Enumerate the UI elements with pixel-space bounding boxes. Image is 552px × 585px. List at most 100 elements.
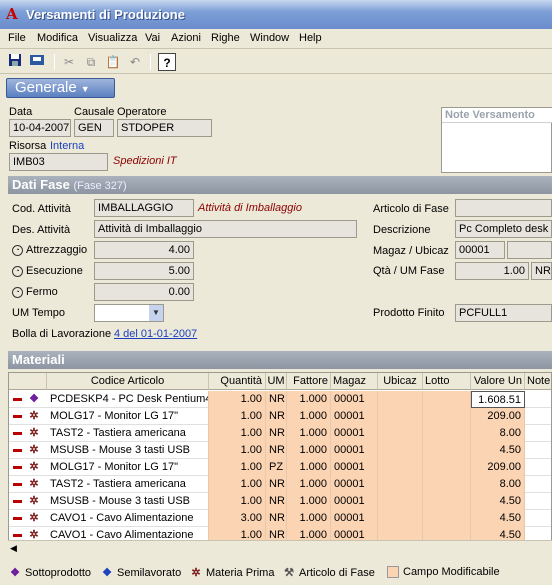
ubicaz-field[interactable] — [507, 241, 552, 259]
cell-ubicaz[interactable] — [378, 459, 423, 476]
cell-qta[interactable]: 1.00 — [209, 459, 266, 476]
um-tempo-select[interactable]: ▼ — [94, 304, 164, 322]
cell-lotto[interactable] — [423, 442, 471, 459]
cell-valore[interactable]: 1.608.51 — [471, 391, 525, 408]
cell-note[interactable] — [525, 476, 551, 493]
undo-icon[interactable]: ↶ — [126, 53, 144, 71]
cell-ubicaz[interactable] — [378, 493, 423, 510]
cell-valore[interactable]: 209.00 — [471, 459, 525, 476]
cell-qta[interactable]: 1.00 — [209, 476, 266, 493]
um-fase-field[interactable]: NR — [531, 262, 552, 280]
menu-file[interactable]: File — [8, 32, 26, 44]
menu-modifica[interactable]: Modifica — [37, 32, 78, 44]
cell-codice[interactable]: MSUSB - Mouse 3 tasti USB — [47, 493, 209, 510]
cell-fattore[interactable]: 1.000 — [287, 442, 331, 459]
menu-azioni[interactable]: Azioni — [171, 32, 201, 44]
cell-magaz[interactable]: 00001 — [331, 493, 378, 510]
materiali-grid[interactable]: Codice Articolo Quantità UM Fattore Maga… — [8, 372, 552, 550]
cell-codice[interactable]: TAST2 - Tastiera americana — [47, 476, 209, 493]
cell-lotto[interactable] — [423, 476, 471, 493]
remove-row-icon[interactable] — [13, 483, 22, 486]
column-header-note[interactable]: Note — [525, 373, 551, 390]
risorsa-field[interactable]: IMB03 — [9, 153, 108, 171]
cell-qta[interactable]: 1.00 — [209, 391, 266, 408]
cell-magaz[interactable]: 00001 — [331, 459, 378, 476]
cut-icon[interactable]: ✂ — [60, 53, 78, 71]
cell-lotto[interactable] — [423, 425, 471, 442]
menu-help[interactable]: Help — [299, 32, 322, 44]
cell-lotto[interactable] — [423, 459, 471, 476]
menu-righe[interactable]: Righe — [211, 32, 240, 44]
cell-codice[interactable]: MOLG17 - Monitor LG 17" — [47, 459, 209, 476]
cell-valore[interactable]: 8.00 — [471, 476, 525, 493]
remove-row-icon[interactable] — [13, 500, 22, 503]
cell-ubicaz[interactable] — [378, 391, 423, 408]
table-row[interactable]: ✲ TAST2 - Tastiera americana 1.00 NR 1.000 00… — [9, 476, 551, 493]
cell-codice[interactable]: MOLG17 - Monitor LG 17" — [47, 408, 209, 425]
cell-um[interactable]: NR — [266, 493, 287, 510]
cell-fattore[interactable]: 1.000 — [287, 510, 331, 527]
paste-icon[interactable]: 📋 — [104, 53, 122, 71]
cell-valore[interactable]: 4.50 — [471, 442, 525, 459]
table-row[interactable]: ✲ MOLG17 - Monitor LG 17" 1.00 PZ 1.000 00001… — [9, 459, 551, 476]
cell-ubicaz[interactable] — [378, 510, 423, 527]
scroll-left-icon[interactable]: ◀ — [10, 543, 17, 554]
cell-valore[interactable]: 8.00 — [471, 425, 525, 442]
column-header-quantita[interactable]: Quantità — [209, 373, 266, 390]
cell-qta[interactable]: 3.00 — [209, 510, 266, 527]
cell-magaz[interactable]: 00001 — [331, 391, 378, 408]
cell-magaz[interactable]: 00001 — [331, 442, 378, 459]
cell-fattore[interactable]: 1.000 — [287, 425, 331, 442]
des-attivita-field[interactable]: Attività di Imballaggio — [94, 220, 357, 238]
esecuzione-field[interactable]: 5.00 — [94, 262, 194, 280]
cell-codice[interactable]: PCDESKP4 - PC Desk Pentium4 (c — [47, 391, 209, 408]
cell-um[interactable]: NR — [266, 408, 287, 425]
magaz-field[interactable]: 00001 — [455, 241, 505, 259]
cell-magaz[interactable]: 00001 — [331, 408, 378, 425]
column-header-magaz[interactable]: Magaz — [331, 373, 378, 390]
help-icon[interactable]: ? — [158, 53, 176, 71]
note-versamento-box[interactable]: Note Versamento — [441, 107, 552, 173]
cell-magaz[interactable]: 00001 — [331, 425, 378, 442]
menu-vai[interactable]: Vai — [145, 32, 160, 44]
table-row[interactable]: ✲ MSUSB - Mouse 3 tasti USB 1.00 NR 1.000 000… — [9, 442, 551, 459]
cell-magaz[interactable]: 00001 — [331, 510, 378, 527]
cell-um[interactable]: NR — [266, 510, 287, 527]
cell-note[interactable] — [525, 493, 551, 510]
cell-valore[interactable]: 209.00 — [471, 408, 525, 425]
cell-lotto[interactable] — [423, 493, 471, 510]
cell-um[interactable]: NR — [266, 425, 287, 442]
cell-magaz[interactable]: 00001 — [331, 476, 378, 493]
cell-um[interactable]: PZ — [266, 459, 287, 476]
cell-codice[interactable]: MSUSB - Mouse 3 tasti USB — [47, 442, 209, 459]
cell-ubicaz[interactable] — [378, 425, 423, 442]
cell-qta[interactable]: 1.00 — [209, 408, 266, 425]
menu-window[interactable]: Window — [250, 32, 289, 44]
cell-note[interactable] — [525, 442, 551, 459]
table-row[interactable]: ✲ MOLG17 - Monitor LG 17" 1.00 NR 1.000 00001… — [9, 408, 551, 425]
attrezzaggio-field[interactable]: 4.00 — [94, 241, 194, 259]
fermo-field[interactable]: 0.00 — [94, 283, 194, 301]
remove-row-icon[interactable] — [13, 534, 22, 537]
remove-row-icon[interactable] — [13, 517, 22, 520]
cell-um[interactable]: NR — [266, 476, 287, 493]
menu-visualizza[interactable]: Visualizza — [88, 32, 137, 44]
cod-attivita-field[interactable]: IMBALLAGGIO — [94, 199, 194, 217]
prodotto-finito-field[interactable]: PCFULL1 — [455, 304, 552, 322]
operatore-field[interactable]: STDOPER — [117, 119, 212, 137]
save-print-icon[interactable] — [28, 53, 46, 71]
qta-field[interactable]: 1.00 — [455, 262, 529, 280]
cell-codice[interactable]: TAST2 - Tastiera americana — [47, 425, 209, 442]
cell-note[interactable] — [525, 391, 551, 408]
remove-row-icon[interactable] — [13, 398, 22, 401]
table-row[interactable]: ✲ MSUSB - Mouse 3 tasti USB 1.00 NR 1.000 000… — [9, 493, 551, 510]
cell-lotto[interactable] — [423, 391, 471, 408]
column-header-codice[interactable]: Codice Articolo — [47, 373, 209, 390]
cell-note[interactable] — [525, 425, 551, 442]
cell-lotto[interactable] — [423, 510, 471, 527]
cell-ubicaz[interactable] — [378, 442, 423, 459]
table-row[interactable]: ❖ PCDESKP4 - PC Desk Pentium4 (c 1.00 NR 1.0… — [9, 391, 551, 408]
column-header-valore[interactable]: Valore Un — [471, 373, 525, 390]
causale-field[interactable]: GEN — [74, 119, 114, 137]
data-field[interactable]: 10-04-2007 — [9, 119, 71, 137]
